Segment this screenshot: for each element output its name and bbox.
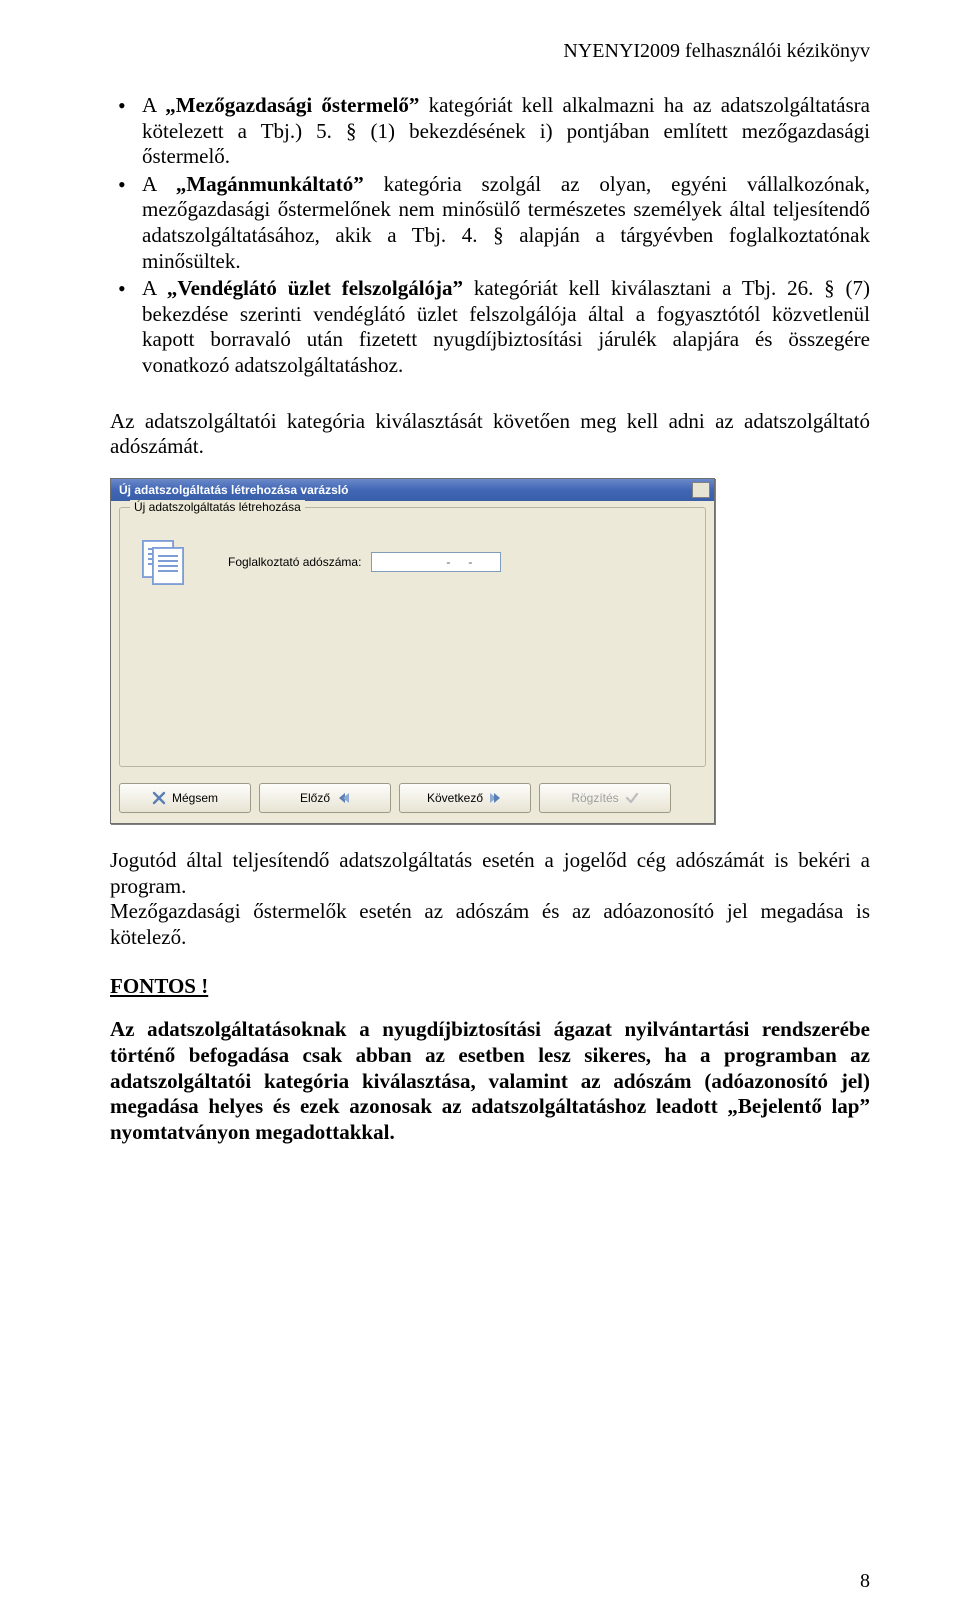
dash-separator: - [466,555,474,569]
arrow-right-icon [489,791,503,805]
tax-number-label: Foglalkoztató adószáma: [228,555,361,569]
bullet-item: A „Mezőgazdasági őstermelő” kategóriát k… [110,93,870,170]
dialog-titlebar: Új adatszolgáltatás létrehozása varázsló [111,479,714,501]
tax-segment-1[interactable] [376,555,444,569]
button-label: Rögzítés [571,791,618,805]
dialog-title: Új adatszolgáltatás létrehozása varázsló [119,483,348,497]
dialog-button-row: Mégsem Előző Következő Rögzítés [111,777,714,823]
bullet-text-bold: „Magánmunkáltató” [176,172,364,196]
paragraph: Az adatszolgáltatói kategória kiválasztá… [110,409,870,460]
save-button: Rögzítés [539,783,671,813]
check-icon [625,791,639,805]
bullet-text-pre: A [142,93,165,117]
bullet-text-bold: „Vendéglátó üzlet felszolgálója” [167,276,463,300]
prev-button[interactable]: Előző [259,783,391,813]
button-label: Mégsem [172,791,218,805]
important-heading: FONTOS ! [110,974,870,999]
dash-separator: - [444,555,452,569]
groupbox: Új adatszolgáltatás létrehozása Foglalko… [119,507,706,767]
tax-number-input[interactable]: - - [371,552,501,572]
tax-segment-2[interactable] [452,555,466,569]
documents-icon [142,540,186,584]
page-number: 8 [860,1570,870,1593]
arrow-left-icon [336,791,350,805]
groupbox-legend: Új adatszolgáltatás létrehozása [130,500,305,514]
button-label: Előző [300,791,330,805]
cancel-button[interactable]: Mégsem [119,783,251,813]
important-paragraph: Az adatszolgáltatásoknak a nyugdíjbiztos… [110,1017,870,1145]
cancel-icon [152,791,166,805]
bullet-text-pre: A [142,172,176,196]
next-button[interactable]: Következő [399,783,531,813]
bullet-text-pre: A [142,276,167,300]
doc-header: NYENYI2009 felhasználói kézikönyv [110,40,870,63]
bullet-list: A „Mezőgazdasági őstermelő” kategóriát k… [110,93,870,379]
tax-segment-3[interactable] [474,555,496,569]
wizard-dialog-screenshot: Új adatszolgáltatás létrehozása varázsló… [110,478,715,824]
bullet-item: A „Magánmunkáltató” kategória szolgál az… [110,172,870,274]
button-label: Következő [427,791,483,805]
paragraph: Jogutód által teljesítendő adatszolgálta… [110,848,870,899]
close-button[interactable] [692,482,710,498]
bullet-text-bold: „Mezőgazdasági őstermelő” [165,93,419,117]
paragraph: Mezőgazdasági őstermelők esetén az adósz… [110,899,870,950]
bullet-item: A „Vendéglátó üzlet felszolgálója” kateg… [110,276,870,378]
